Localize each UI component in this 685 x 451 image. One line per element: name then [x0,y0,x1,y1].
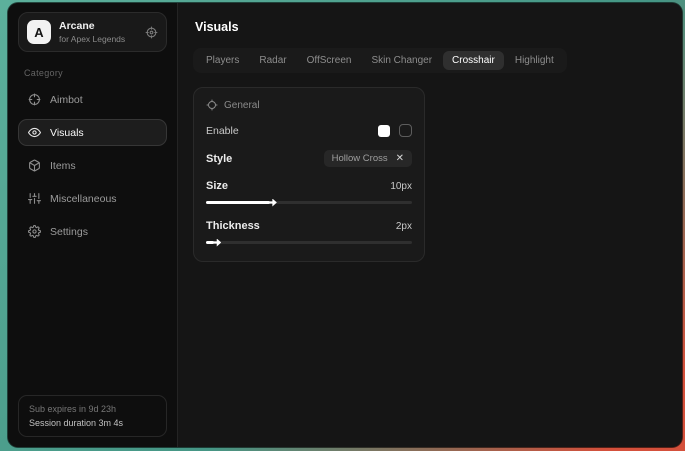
sidebar-item-label: Items [50,160,76,172]
tab-radar[interactable]: Radar [250,51,295,70]
page-title: Visuals [195,20,667,34]
enable-checkbox-empty[interactable] [399,124,412,137]
tab-skin-changer[interactable]: Skin Changer [362,51,441,70]
sidebar-item-miscellaneous[interactable]: Miscellaneous [18,185,167,212]
target-icon[interactable] [145,26,158,39]
slider-fill [206,201,270,204]
app-logo: A [27,20,51,44]
category-label: Category [24,68,161,78]
style-value: Hollow Cross [332,153,388,164]
app-title: Arcane [59,20,125,32]
panel-title: General [224,100,260,111]
session-duration-text: Session duration 3m 4s [29,418,156,428]
sidebar-item-label: Visuals [50,127,84,139]
sliders-icon [28,192,41,205]
thickness-slider[interactable] [206,238,412,247]
app-window: A Arcane for Apex Legends Category Aimbo [8,3,682,447]
enable-row: Enable [206,124,412,137]
sub-expires-text: Sub expires in 9d 23h [29,404,156,414]
main-content: Visuals Players Radar OffScreen Skin Cha… [178,3,682,447]
sidebar: A Arcane for Apex Legends Category Aimbo [8,3,178,447]
sidebar-item-label: Aimbot [50,94,83,106]
slider-track [206,241,412,244]
crosshair-icon [28,93,41,106]
enable-label: Enable [206,125,239,137]
eye-icon [28,126,41,139]
sidebar-item-items[interactable]: Items [18,152,167,179]
sidebar-item-visuals[interactable]: Visuals [18,119,167,146]
app-subtitle: for Apex Legends [59,34,125,44]
slider-thumb-icon[interactable] [268,199,277,207]
sidebar-item-label: Settings [50,226,88,238]
package-icon [28,159,41,172]
size-value: 10px [390,181,412,192]
size-label: Size [206,180,228,192]
thickness-value: 2px [396,221,412,232]
brand-card: A Arcane for Apex Legends [18,12,167,52]
tab-highlight[interactable]: Highlight [506,51,563,70]
crosshair-icon [206,99,218,111]
brand-text: Arcane for Apex Legends [59,20,125,44]
style-label: Style [206,153,232,165]
size-slider[interactable] [206,198,412,207]
thickness-row: Thickness 2px [206,220,412,232]
tab-players[interactable]: Players [197,51,248,70]
subscription-info-box: Sub expires in 9d 23h Session duration 3… [18,395,167,437]
tab-offscreen[interactable]: OffScreen [298,51,361,70]
slider-fill [206,241,214,244]
sidebar-item-label: Miscellaneous [50,193,117,205]
size-row: Size 10px [206,180,412,192]
gear-icon [28,225,41,238]
sidebar-item-settings[interactable]: Settings [18,218,167,245]
thickness-label: Thickness [206,220,260,232]
style-row: Style Hollow Cross ✕ [206,150,412,167]
general-panel: General Enable Style Hollow Cross ✕ Size… [193,87,425,262]
sidebar-item-aimbot[interactable]: Aimbot [18,86,167,113]
slider-thumb-icon[interactable] [212,239,221,247]
tab-crosshair[interactable]: Crosshair [443,51,504,70]
tab-bar: Players Radar OffScreen Skin Changer Cro… [193,48,567,73]
close-icon[interactable]: ✕ [396,154,404,164]
enable-checkbox-checked[interactable] [378,125,390,137]
panel-header: General [206,99,412,111]
style-select-chip[interactable]: Hollow Cross ✕ [324,150,412,167]
